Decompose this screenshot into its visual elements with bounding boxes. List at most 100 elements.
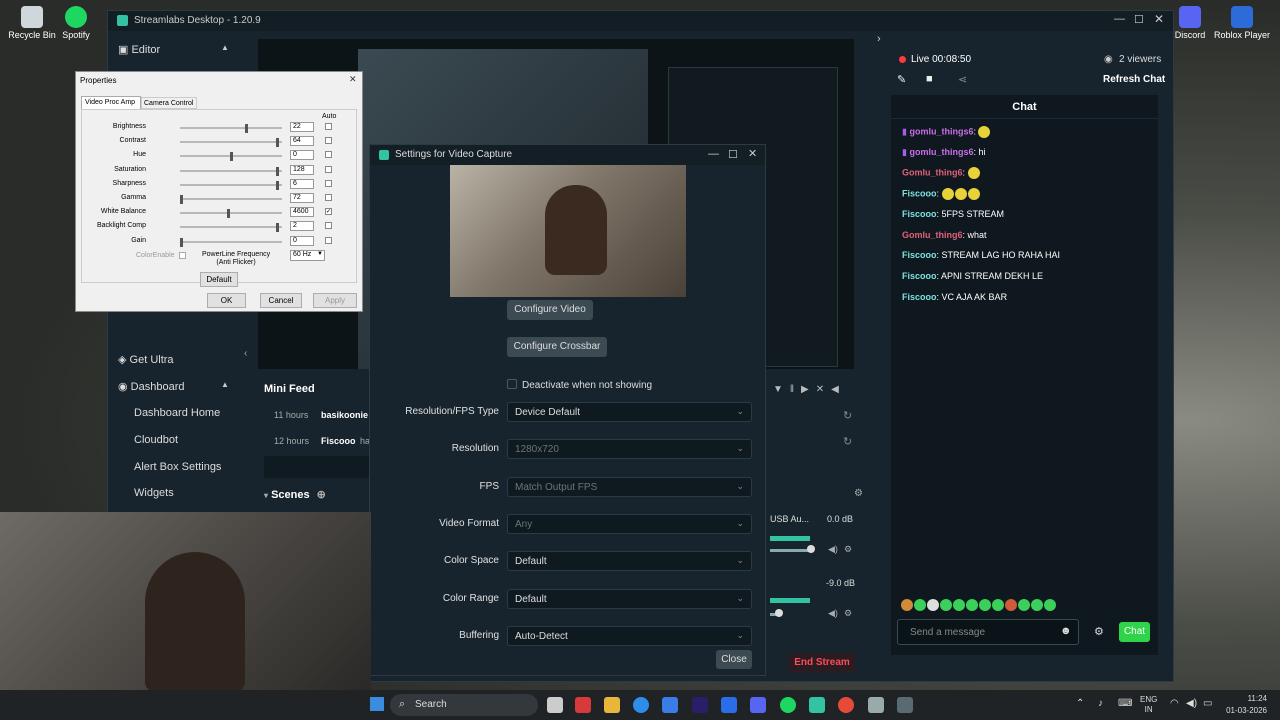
cancel-button[interactable]: Cancel <box>260 293 302 308</box>
store-icon[interactable] <box>662 697 678 713</box>
auto-checkbox[interactable] <box>325 179 332 187</box>
property-slider[interactable] <box>180 180 282 190</box>
auto-checkbox[interactable] <box>325 194 332 201</box>
configure-video-button[interactable]: Configure Video <box>507 300 593 320</box>
collapse-panel-icon[interactable]: › <box>877 33 881 45</box>
auto-checkbox[interactable] <box>325 236 332 244</box>
default-button[interactable]: Default <box>200 272 238 287</box>
taskbar-search[interactable]: ⌕ Search <box>390 694 538 716</box>
gear-icon[interactable]: ⚙ <box>844 608 852 619</box>
chat-username[interactable]: Gomlu_thing6 <box>902 230 963 240</box>
chat-username[interactable]: gomlu_things6 <box>909 126 973 136</box>
color-enable-checkbox[interactable] <box>179 252 186 259</box>
field-select[interactable]: Match Output FPS ⌄ <box>507 476 752 497</box>
chevron-up-icon[interactable]: ▲ <box>221 43 229 52</box>
emote-icon[interactable] <box>966 599 978 612</box>
maximize-icon[interactable]: ☐ <box>728 148 738 161</box>
chat-username[interactable]: Fiscooo <box>902 271 937 281</box>
clock-time[interactable]: 11:24 <box>1221 694 1267 703</box>
clock-date[interactable]: 01-03-2026 <box>1217 706 1267 715</box>
speaker-icon[interactable]: ◀) <box>828 608 838 619</box>
close-icon[interactable]: ✕ <box>1154 12 1164 26</box>
edit-pencil-icon[interactable]: ✎ <box>897 73 906 86</box>
file-explorer-icon[interactable] <box>604 697 620 713</box>
close-icon[interactable]: ✕ <box>349 74 357 85</box>
emote-icon[interactable] <box>1005 599 1017 612</box>
end-stream-button[interactable]: End Stream <box>788 653 856 673</box>
deactivate-checkbox[interactable] <box>507 379 517 389</box>
property-slider[interactable] <box>180 138 282 148</box>
close-button[interactable]: Close <box>716 650 752 669</box>
mute-alerts-icon[interactable]: ✕ <box>816 384 831 395</box>
emote-icon[interactable] <box>940 599 952 612</box>
edge-icon[interactable] <box>633 697 649 713</box>
property-value-input[interactable]: 0 <box>290 150 314 161</box>
auto-checkbox[interactable] <box>325 222 332 230</box>
auto-checkbox[interactable] <box>325 123 332 130</box>
chevron-up-icon[interactable]: ⌃ <box>1076 698 1084 709</box>
slider-thumb[interactable] <box>245 124 249 133</box>
emoji-picker-icon[interactable]: ☻ <box>1060 625 1072 637</box>
property-slider[interactable] <box>180 124 282 133</box>
chat-input-box[interactable]: Send a message ☻ <box>897 619 1079 645</box>
share-icon[interactable]: ⋖ <box>958 73 967 86</box>
field-select[interactable]: Auto-Detect ⌄ <box>507 625 752 646</box>
property-slider[interactable] <box>180 209 282 219</box>
slider-thumb[interactable] <box>276 166 280 176</box>
pause-icon[interactable]: ‖ <box>790 384 801 395</box>
spotify-icon[interactable] <box>780 697 796 713</box>
discord-icon[interactable] <box>750 697 766 713</box>
settings-icon[interactable] <box>868 697 884 713</box>
slider-thumb[interactable] <box>276 223 280 233</box>
ok-button[interactable]: OK <box>207 293 246 308</box>
task-view-icon[interactable] <box>547 697 563 713</box>
minimize-icon[interactable]: — <box>708 148 719 160</box>
auto-checkbox[interactable]: ✓ <box>325 208 332 216</box>
send-chat-button[interactable]: Chat <box>1119 622 1150 642</box>
emote-icon[interactable] <box>992 599 1004 612</box>
slider-thumb[interactable] <box>229 152 233 162</box>
sidebar-item-widgets[interactable]: Widgets <box>134 487 174 499</box>
auto-checkbox[interactable] <box>325 137 332 145</box>
emote-icon[interactable] <box>901 599 913 612</box>
volume-slider-thumb[interactable] <box>807 545 815 553</box>
property-value-input[interactable]: 4600 <box>290 207 314 218</box>
refresh-chat-button[interactable]: Refresh Chat <box>1103 74 1165 85</box>
slider-thumb[interactable] <box>180 195 183 204</box>
desktop-icon-roblox[interactable]: Roblox Player <box>1210 2 1274 40</box>
chrome-icon[interactable] <box>838 697 854 713</box>
property-slider[interactable] <box>180 152 282 162</box>
refresh-icon[interactable]: ↻ <box>843 409 852 422</box>
property-value-input[interactable]: 6 <box>290 178 314 189</box>
close-icon[interactable]: ✕ <box>748 147 757 160</box>
maximize-icon[interactable]: ☐ <box>1134 13 1144 26</box>
field-select[interactable]: Default ⌄ <box>507 551 752 572</box>
streamlabs-icon[interactable] <box>809 697 825 713</box>
chevron-up-icon[interactable]: ▲ <box>221 380 229 389</box>
slider-thumb[interactable] <box>276 180 280 190</box>
emote-icon[interactable] <box>1044 599 1056 612</box>
add-scene-icon[interactable]: ⊕ <box>317 489 326 501</box>
emote-icon[interactable] <box>914 599 926 612</box>
property-value-input[interactable]: 0 <box>290 235 314 246</box>
field-select[interactable]: 1280x720 ⌄ <box>507 439 752 460</box>
chat-username[interactable]: Fiscooo <box>902 209 937 219</box>
property-slider[interactable] <box>180 166 282 176</box>
app-icon[interactable] <box>897 697 913 713</box>
wifi-icon[interactable]: ◠ <box>1170 698 1179 709</box>
field-select[interactable]: Device Default ⌄ <box>507 402 752 422</box>
slider-thumb[interactable] <box>180 237 183 247</box>
windows-start-icon[interactable] <box>370 697 384 711</box>
speaker-icon[interactable]: ◀) <box>828 544 838 555</box>
volume-icon[interactable]: ◀ <box>831 384 846 395</box>
camera-icon[interactable]: ■ <box>926 73 933 85</box>
premiere-icon[interactable] <box>692 697 708 713</box>
minimize-icon[interactable]: — <box>1114 13 1125 25</box>
property-value-input[interactable]: 64 <box>290 136 314 147</box>
apply-button[interactable]: Apply <box>313 293 357 308</box>
emote-icon[interactable] <box>1031 599 1043 612</box>
sidebar-item-editor[interactable]: ▣ Editor <box>118 43 160 56</box>
emote-icon[interactable] <box>1018 599 1030 612</box>
refresh-icon[interactable]: ↻ <box>843 435 852 448</box>
collapse-sidebar-icon[interactable]: ‹ <box>244 348 247 359</box>
